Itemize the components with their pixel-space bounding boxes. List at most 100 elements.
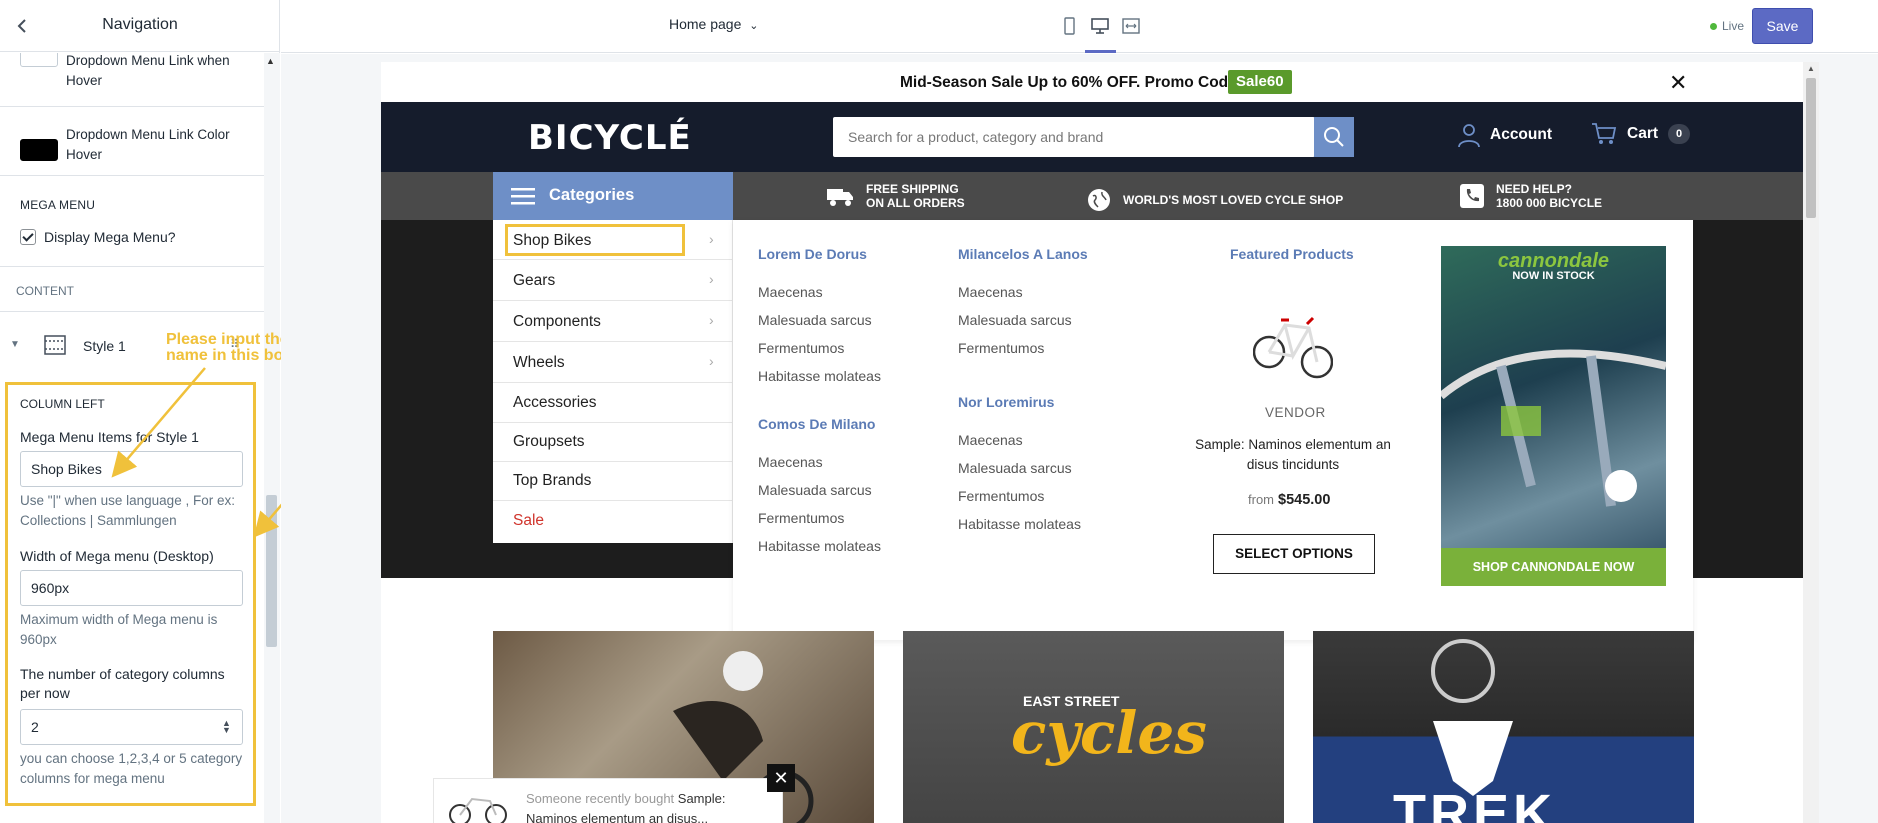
promo-bar: Mid-Season Sale Up to 60% OFF. Promo Cod… xyxy=(381,62,1803,102)
mega-link[interactable]: Maecenas xyxy=(758,454,823,470)
category-item-sale[interactable]: Sale xyxy=(493,501,733,543)
mega-link[interactable]: Maecenas xyxy=(758,284,823,300)
columns-select-value: 2 xyxy=(31,719,39,735)
settings-sidebar: Navigation Dropdown Menu Link when Hover… xyxy=(0,0,280,823)
mobile-icon[interactable] xyxy=(1059,17,1079,35)
sidebar-scrollbar[interactable] xyxy=(264,53,280,823)
color-swatch[interactable] xyxy=(20,53,58,67)
preview-scroll-thumb[interactable] xyxy=(1806,78,1816,218)
mega-column-heading[interactable]: Comos De Milano xyxy=(758,416,875,432)
caret-down-icon[interactable]: ▼ xyxy=(10,339,20,350)
mega-column-heading[interactable]: Nor Loremirus xyxy=(958,394,1054,410)
scroll-up-icon[interactable]: ▲ xyxy=(1807,64,1815,73)
close-icon[interactable]: ✕ xyxy=(1669,70,1687,96)
category-item-gears[interactable]: Gears › xyxy=(493,260,733,301)
mega-link[interactable]: Malesuada sarcus xyxy=(958,312,1072,328)
close-icon[interactable]: ✕ xyxy=(767,764,795,792)
mega-column-heading[interactable]: Milancelos A Lanos xyxy=(958,246,1088,262)
categories-button[interactable]: Categories xyxy=(493,172,733,220)
column-left-heading: COLUMN LEFT xyxy=(20,397,105,411)
live-label: Live xyxy=(1722,19,1745,33)
bicycle-product-image[interactable] xyxy=(1253,280,1333,390)
featured-products-heading: Featured Products xyxy=(1230,246,1354,262)
mega-link[interactable]: Habitasse molateas xyxy=(758,538,881,554)
content-block-label: Style 1 xyxy=(83,338,126,354)
mega-link[interactable]: Malesuada sarcus xyxy=(958,460,1072,476)
mega-menu-heading: MEGA MENU xyxy=(20,198,96,212)
promo-tile-3[interactable]: TREK xyxy=(1313,631,1694,823)
chevron-down-icon: ⌄ xyxy=(749,20,759,32)
save-button[interactable]: Save xyxy=(1752,8,1813,44)
bikes-photo xyxy=(1441,349,1666,507)
live-status: Live xyxy=(1710,19,1744,33)
usp-shipping: FREE SHIPPING ON ALL ORDERS xyxy=(826,182,965,210)
promo-code-badge: Sale60 xyxy=(1228,70,1292,94)
page-selector[interactable]: Home page ⌄ xyxy=(669,16,759,32)
account-link[interactable]: Account xyxy=(1456,122,1552,148)
mega-link[interactable]: Fermentumos xyxy=(958,488,1044,504)
user-icon xyxy=(1458,124,1480,148)
mega-link[interactable]: Maecenas xyxy=(958,284,1023,300)
desktop-icon[interactable] xyxy=(1090,17,1110,35)
cannondale-ad-banner[interactable]: cannondale NOW IN STOCK SHOP CANNONDALE … xyxy=(1441,246,1666,586)
editor-topbar: Home page ⌄ xyxy=(281,0,1878,53)
color-setting-label: Dropdown Menu Link Color Hover xyxy=(66,127,230,162)
mega-link[interactable]: Habitasse molateas xyxy=(958,516,1081,532)
category-item-accessories[interactable]: Accessories xyxy=(493,383,733,423)
display-mega-menu-checkbox[interactable]: Display Mega Menu? xyxy=(20,229,176,245)
mega-link[interactable]: Fermentumos xyxy=(758,510,844,526)
search-icon xyxy=(1324,127,1344,147)
category-label: Accessories xyxy=(513,394,597,411)
mega-link[interactable]: Maecenas xyxy=(958,432,1023,448)
mega-width-label: Width of Mega menu (Desktop) xyxy=(20,548,214,564)
ad-stock-label: NOW IN STOCK xyxy=(1512,270,1595,282)
cart-icon xyxy=(1592,123,1617,144)
fullwidth-icon[interactable] xyxy=(1121,17,1141,35)
mega-link[interactable]: Malesuada sarcus xyxy=(758,312,872,328)
toast-text: Someone recently bought Sample: Naminos … xyxy=(526,789,776,823)
mega-link[interactable]: Malesuada sarcus xyxy=(758,482,872,498)
tile-trek: TREK xyxy=(1393,784,1556,823)
price-value: $545.00 xyxy=(1278,492,1331,508)
checkbox-label: Display Mega Menu? xyxy=(44,229,176,245)
layout-block-icon xyxy=(44,335,66,355)
mega-link[interactable]: Fermentumos xyxy=(758,340,844,356)
category-item-top-brands[interactable]: Top Brands xyxy=(493,462,733,501)
select-options-button[interactable]: SELECT OPTIONS xyxy=(1213,534,1375,574)
menu-items-input[interactable] xyxy=(20,451,243,487)
columns-select[interactable]: 2 xyxy=(20,709,243,745)
scroll-up-icon[interactable]: ▲ xyxy=(266,56,275,66)
search-button[interactable] xyxy=(1314,117,1354,157)
product-name[interactable]: Sample: Naminos elementum an disus tinci… xyxy=(1188,435,1398,475)
mega-width-input[interactable] xyxy=(20,570,243,606)
account-label: Account xyxy=(1490,126,1552,143)
category-menu: Shop Bikes › Gears › Components › Wheels › A… xyxy=(493,220,733,543)
chevron-right-icon: › xyxy=(709,231,714,247)
menu-items-label: Mega Menu Items for Style 1 xyxy=(20,429,199,445)
usp-line1: NEED HELP? xyxy=(1496,182,1573,196)
mega-link[interactable]: Fermentumos xyxy=(958,340,1044,356)
price-from-label: from xyxy=(1248,492,1274,507)
category-label: Groupsets xyxy=(513,433,585,450)
usp-line1: WORLD'S MOST LOVED CYCLE SHOP xyxy=(1123,193,1344,207)
category-item-wheels[interactable]: Wheels › xyxy=(493,342,733,383)
mega-link[interactable]: Habitasse molateas xyxy=(758,368,881,384)
category-item-components[interactable]: Components › xyxy=(493,301,733,342)
color-swatch[interactable] xyxy=(20,139,58,161)
store-preview: Mid-Season Sale Up to 60% OFF. Promo Cod… xyxy=(381,62,1819,823)
cart-count-badge: 0 xyxy=(1668,124,1691,144)
usp-world: WORLD'S MOST LOVED CYCLE SHOP xyxy=(1087,188,1343,212)
recent-purchase-toast[interactable]: Someone recently bought Sample: Naminos … xyxy=(433,778,783,823)
color-setting-label: Dropdown Menu Link when Hover xyxy=(66,53,230,88)
sidebar-scroll-thumb[interactable] xyxy=(266,495,277,647)
promo-tile-2[interactable]: EAST STREET cycles xyxy=(903,631,1284,823)
ad-cta[interactable]: SHOP CANNONDALE NOW xyxy=(1441,548,1666,586)
truck-icon xyxy=(827,189,853,206)
cart-link[interactable]: Cart 0 xyxy=(1591,122,1691,146)
checkbox-checked-icon[interactable] xyxy=(20,229,36,245)
category-item-groupsets[interactable]: Groupsets xyxy=(493,423,733,462)
search-input[interactable]: Search for a product, category and brand xyxy=(833,117,1315,157)
store-logo[interactable]: BICYCLÉ xyxy=(528,118,692,158)
mega-column-heading[interactable]: Lorem De Dorus xyxy=(758,246,867,262)
hamburger-icon xyxy=(511,188,535,205)
